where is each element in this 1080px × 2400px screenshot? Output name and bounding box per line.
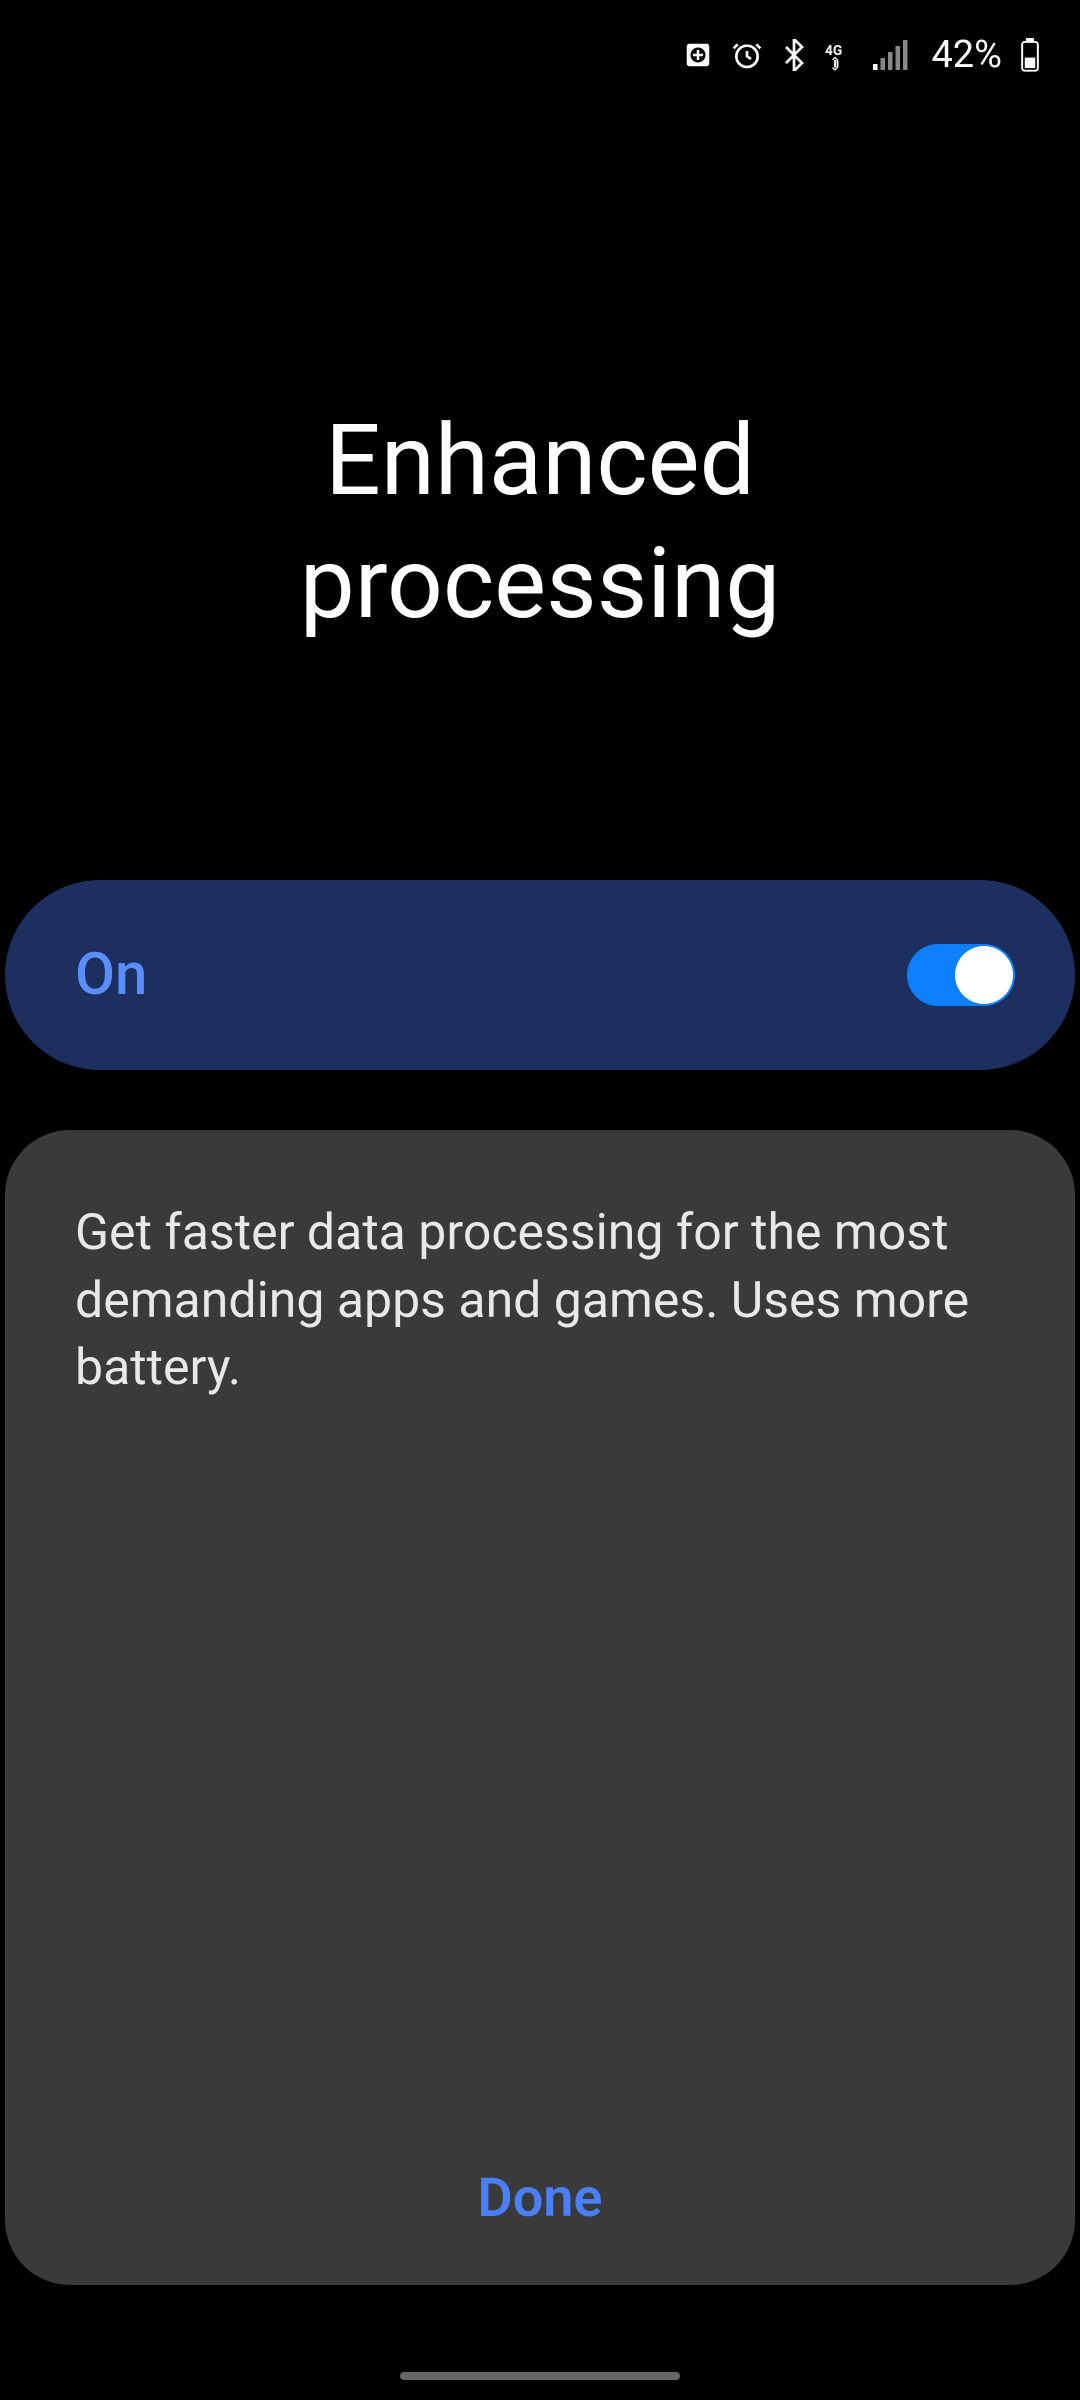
toggle-card[interactable]: On: [5, 880, 1075, 1070]
description-card: Get faster data processing for the most …: [5, 1130, 1075, 2285]
status-bar: 4G 42%: [0, 0, 1080, 110]
battery-percent-text: 42%: [931, 33, 1002, 77]
done-button[interactable]: Done: [5, 2167, 1075, 2230]
data-saver-icon: [683, 40, 713, 70]
description-text: Get faster data processing for the most …: [75, 1200, 1005, 1403]
home-indicator[interactable]: [400, 2372, 680, 2380]
bluetooth-icon: [781, 39, 807, 71]
alarm-icon: [731, 39, 763, 71]
toggle-switch[interactable]: [907, 944, 1015, 1006]
svg-text:4G: 4G: [825, 43, 842, 59]
signal-icon: [873, 40, 909, 70]
battery-icon: [1020, 38, 1040, 72]
toggle-knob: [955, 946, 1013, 1004]
network-4g-icon: 4G: [825, 39, 855, 71]
toggle-state-label: On: [75, 941, 147, 1009]
page-title: Enhanced processing: [0, 400, 1080, 645]
